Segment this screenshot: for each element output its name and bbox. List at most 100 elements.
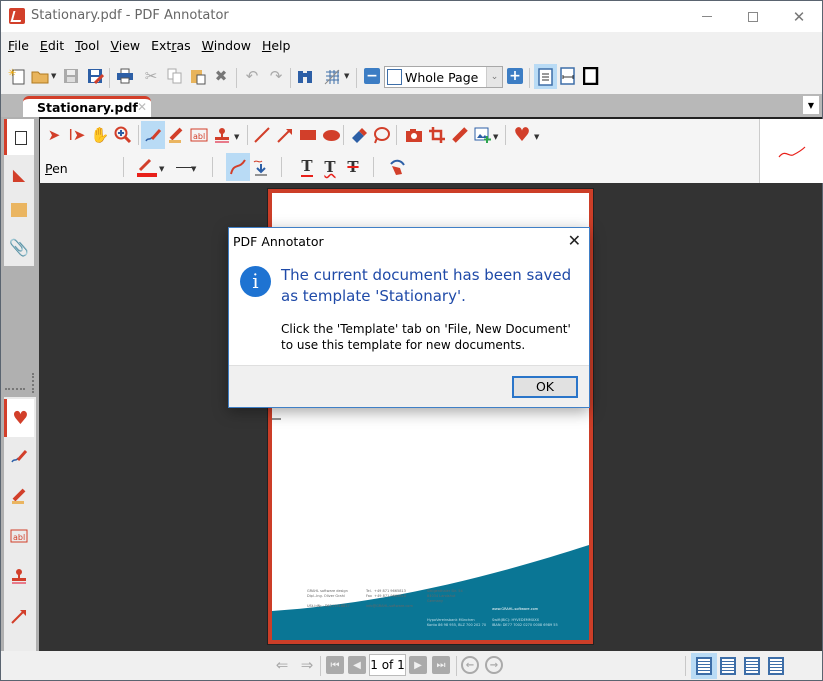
highlighter-tool[interactable] bbox=[165, 124, 187, 146]
lasso-tool[interactable] bbox=[370, 124, 392, 146]
sidebar-tool-textbox[interactable]: abl bbox=[4, 517, 34, 555]
eraser-tool[interactable] bbox=[347, 124, 369, 146]
pen-color-dropdown-icon[interactable]: ▼ bbox=[159, 165, 164, 173]
chevron-down-icon[interactable]: ⌄ bbox=[486, 67, 502, 87]
zoom-value: Whole Page bbox=[405, 69, 479, 85]
select-tool[interactable]: ➤ bbox=[43, 124, 65, 146]
menu-extras[interactable]: Extras bbox=[147, 36, 195, 56]
save-as-button[interactable] bbox=[84, 65, 106, 87]
zoom-tool[interactable] bbox=[112, 124, 134, 146]
print-button[interactable] bbox=[114, 65, 136, 87]
sidebar-tool-highlighter[interactable] bbox=[4, 477, 34, 515]
paste-button[interactable] bbox=[187, 65, 209, 87]
fit-width-button[interactable] bbox=[557, 65, 579, 87]
sidebar-tool-pen[interactable] bbox=[4, 437, 34, 475]
next-page-button[interactable]: ▶ bbox=[409, 656, 427, 674]
previous-document-button[interactable]: ⇐ bbox=[271, 654, 293, 676]
favorites-tool[interactable]: ♥ bbox=[511, 124, 533, 146]
fit-page-button[interactable] bbox=[534, 64, 557, 89]
sidebar-split-handle[interactable] bbox=[5, 388, 25, 390]
stamp-dropdown-icon[interactable]: ▼ bbox=[234, 133, 239, 141]
open-dropdown-icon[interactable]: ▼ bbox=[51, 72, 56, 80]
zoom-select[interactable]: Whole Page ⌄ bbox=[384, 66, 503, 88]
delete-button[interactable]: ✖ bbox=[210, 65, 232, 87]
first-page-button[interactable]: ⏮ bbox=[326, 656, 344, 674]
tab-close-icon[interactable]: ✕ bbox=[137, 100, 147, 114]
menu-tool[interactable]: Tool bbox=[71, 36, 103, 56]
full-screen-button[interactable] bbox=[580, 65, 602, 87]
menu-window[interactable]: Window bbox=[198, 36, 255, 56]
view-single-page[interactable] bbox=[691, 653, 717, 679]
zoom-out-button[interactable]: − bbox=[361, 65, 383, 87]
auto-save-button[interactable] bbox=[250, 156, 272, 178]
insert-image-dropdown-icon[interactable]: ▼ bbox=[493, 133, 498, 141]
sidebar-tab-bookmarks[interactable]: ◣ bbox=[4, 155, 34, 193]
sidebar-tab-favorites[interactable]: ♥ bbox=[4, 399, 34, 437]
find-button[interactable] bbox=[294, 65, 316, 87]
line-tool[interactable] bbox=[251, 124, 273, 146]
sidebar-tool-stamp[interactable] bbox=[4, 557, 34, 595]
pen-tool[interactable] bbox=[141, 121, 165, 149]
tab-stationary-pdf[interactable]: Stationary.pdf ✕ bbox=[23, 96, 151, 117]
text-select-tool[interactable]: I➤ bbox=[66, 124, 88, 146]
sidebar-tool-arrow[interactable] bbox=[4, 597, 34, 635]
stamp-tool[interactable] bbox=[211, 124, 233, 146]
sidebar-tab-notes[interactable] bbox=[4, 191, 34, 229]
open-button[interactable] bbox=[29, 65, 51, 87]
sidebar-tab-attachments[interactable]: 📎 bbox=[4, 228, 34, 266]
previous-page-button[interactable]: ◀ bbox=[348, 656, 366, 674]
maximize-button[interactable] bbox=[730, 1, 776, 32]
forward-button[interactable]: → bbox=[485, 656, 503, 674]
next-document-button[interactable]: ⇒ bbox=[296, 654, 318, 676]
close-window-button[interactable]: ✕ bbox=[776, 1, 822, 32]
view-two-page-continuous[interactable] bbox=[763, 653, 789, 679]
menu-help[interactable]: Help bbox=[258, 36, 295, 56]
sidebar-tab-pages[interactable] bbox=[4, 119, 34, 157]
last-page-button[interactable]: ⏭ bbox=[432, 656, 450, 674]
view-continuous[interactable] bbox=[715, 653, 741, 679]
tool-row-1: ➤ I➤ ✋ abl ▼ ▼ ♥ ▼ bbox=[40, 121, 760, 151]
page-number-input[interactable]: 1 of 1 bbox=[369, 654, 406, 676]
strikeout-tool[interactable]: T bbox=[342, 156, 364, 178]
grid-dropdown-icon[interactable]: ▼ bbox=[344, 72, 349, 80]
save-button[interactable] bbox=[60, 65, 82, 87]
hand-eraser-tool[interactable] bbox=[386, 156, 408, 178]
line-style-icon bbox=[176, 166, 192, 168]
underline-tool[interactable]: T bbox=[296, 156, 318, 178]
menu-file[interactable]: File bbox=[4, 36, 33, 56]
dialog-close-button[interactable]: ✕ bbox=[568, 231, 581, 250]
back-button[interactable]: ← bbox=[461, 656, 479, 674]
text-box-tool[interactable]: abl bbox=[188, 124, 210, 146]
minimize-button[interactable] bbox=[684, 1, 730, 32]
sidebar-resize-handle[interactable] bbox=[32, 373, 34, 393]
cut-button[interactable]: ✂ bbox=[140, 65, 162, 87]
ruler-tool[interactable] bbox=[449, 124, 471, 146]
rectangle-tool[interactable] bbox=[297, 124, 319, 146]
arrow-tool[interactable] bbox=[274, 124, 296, 146]
menu-edit[interactable]: Edit bbox=[36, 36, 68, 56]
squiggly-tool[interactable]: T bbox=[319, 156, 341, 178]
line-style-dropdown-icon[interactable]: ▼ bbox=[191, 165, 196, 173]
new-document-button[interactable]: ✳ bbox=[6, 65, 28, 87]
view-two-page[interactable] bbox=[739, 653, 765, 679]
menu-view[interactable]: View bbox=[106, 36, 144, 56]
prev-doc-icon: ⇐ bbox=[275, 656, 289, 674]
zoom-in-button[interactable]: + bbox=[504, 65, 526, 87]
insert-image-tool[interactable] bbox=[472, 124, 494, 146]
ellipse-tool[interactable] bbox=[320, 124, 342, 146]
smooth-line-button[interactable] bbox=[226, 153, 250, 181]
tab-list-dropdown[interactable]: ▼ bbox=[803, 96, 819, 114]
hand-tool[interactable]: ✋ bbox=[89, 124, 111, 146]
redo-button[interactable]: ↷ bbox=[265, 65, 287, 87]
ok-button[interactable]: OK bbox=[512, 376, 578, 398]
pen-color-button[interactable] bbox=[136, 156, 158, 178]
crop-tool[interactable] bbox=[426, 124, 448, 146]
undo-button[interactable]: ↶ bbox=[241, 65, 263, 87]
snapshot-tool[interactable] bbox=[403, 124, 425, 146]
single-page-icon bbox=[696, 657, 712, 675]
footer-address: Seligenthaler Str. 54 84034 Landshut Germa… bbox=[427, 589, 463, 603]
grid-button[interactable] bbox=[321, 65, 343, 87]
next-page-icon: ▶ bbox=[414, 659, 422, 671]
copy-button[interactable] bbox=[164, 65, 186, 87]
favorites-dropdown-icon[interactable]: ▼ bbox=[534, 133, 539, 141]
